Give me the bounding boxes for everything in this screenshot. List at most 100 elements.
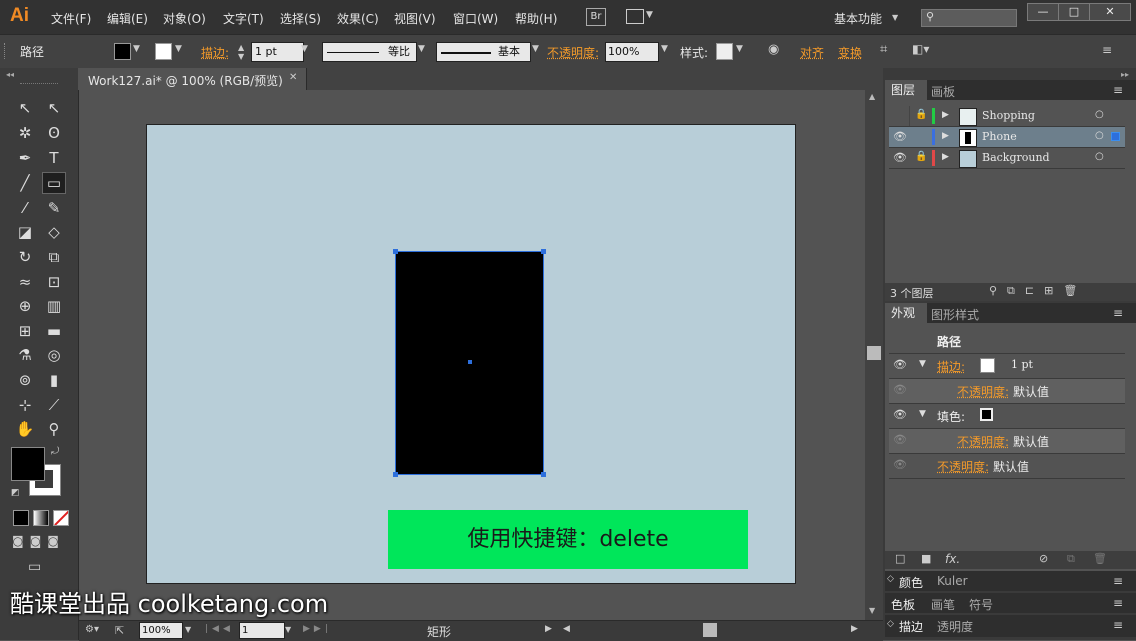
collapse-panels-icon[interactable]: ▸▸ bbox=[1121, 70, 1129, 79]
menu-view[interactable]: 视图(V) bbox=[394, 10, 436, 27]
default-colors-icon[interactable]: ◩ bbox=[11, 488, 20, 498]
selection-handle[interactable] bbox=[541, 472, 546, 477]
free-transform-tool-icon[interactable]: ⊡ bbox=[44, 272, 64, 292]
type-tool-icon[interactable]: T bbox=[44, 148, 64, 168]
chevron-down-icon[interactable]: ▼ bbox=[736, 44, 743, 54]
next-last-artboard-icon[interactable]: ▶▶| bbox=[303, 624, 332, 634]
gradient-tool-icon[interactable]: ▬ bbox=[44, 321, 64, 341]
swap-colors-icon[interactable]: ⤾ bbox=[51, 446, 59, 457]
workspace-switcher[interactable]: 基本功能 bbox=[834, 10, 882, 27]
duplicate-item-icon[interactable]: ⧉ bbox=[1067, 552, 1075, 566]
chevron-down-icon[interactable]: ▼ bbox=[133, 44, 140, 54]
expand-icon[interactable]: ◇ bbox=[887, 619, 894, 629]
direct-selection-tool-icon[interactable]: ↖ bbox=[44, 98, 64, 118]
appearance-object-opacity-row[interactable]: 👁 不透明度: 默认值 bbox=[889, 454, 1125, 479]
eye-icon[interactable]: 👁 bbox=[893, 130, 907, 143]
menu-edit[interactable]: 编辑(E) bbox=[107, 10, 148, 27]
stepper-icon[interactable]: ▲ ▼ bbox=[238, 43, 244, 61]
blob-brush-tool-icon[interactable]: ◪ bbox=[15, 222, 35, 242]
stroke-color-chip[interactable] bbox=[980, 358, 995, 373]
none-mode-icon[interactable] bbox=[53, 510, 69, 526]
chevron-down-icon[interactable]: ▼ bbox=[185, 625, 191, 634]
gpu-icon[interactable]: ⚙▾ bbox=[85, 624, 99, 635]
chevron-down-icon[interactable]: ▼ bbox=[532, 44, 539, 54]
gradient-mode-icon[interactable] bbox=[33, 510, 49, 526]
chevron-down-icon[interactable]: ▼ bbox=[661, 44, 668, 54]
perspective-grid-tool-icon[interactable]: ▥ bbox=[44, 296, 64, 316]
panel-menu-icon[interactable]: ≡ bbox=[1113, 618, 1123, 632]
transform-label[interactable]: 变换 bbox=[838, 44, 862, 61]
scroll-up-icon[interactable]: ▲ bbox=[869, 92, 875, 101]
fill-color-box[interactable] bbox=[11, 447, 45, 481]
expand-icon[interactable]: ◇ bbox=[887, 574, 894, 584]
document-tab[interactable]: Work127.ai* @ 100% (RGB/预览) ✕ bbox=[78, 68, 307, 90]
scroll-right-icon[interactable]: ▶ bbox=[851, 624, 858, 634]
hand-tool-icon[interactable]: ✋ bbox=[15, 419, 35, 439]
layer-name[interactable]: Background bbox=[982, 151, 1050, 164]
layer-name[interactable]: Phone bbox=[982, 130, 1017, 143]
symbol-sprayer-tool-icon[interactable]: ⊚ bbox=[15, 370, 35, 390]
expand-triangle-icon[interactable]: ▶ bbox=[942, 152, 949, 162]
expand-triangle-icon[interactable]: ▼ bbox=[919, 359, 926, 369]
panel-menu-icon[interactable]: ≡ bbox=[1113, 574, 1123, 588]
eye-icon[interactable]: 👁 bbox=[893, 151, 907, 164]
tab-graphic-styles[interactable]: 图形样式 bbox=[931, 306, 979, 323]
magic-wand-tool-icon[interactable]: ✲ bbox=[15, 123, 35, 143]
lasso-tool-icon[interactable]: ʘ bbox=[44, 123, 64, 143]
target-circle-icon[interactable]: ○ bbox=[1095, 151, 1104, 162]
selection-indicator[interactable] bbox=[1111, 132, 1120, 141]
pencil-tool-icon[interactable]: ✎ bbox=[44, 198, 64, 218]
selection-handle[interactable] bbox=[393, 472, 398, 477]
tab-layers[interactable]: 图层 bbox=[885, 80, 927, 100]
share-icon[interactable]: ⇱ bbox=[115, 624, 124, 637]
scroll-thumb[interactable] bbox=[867, 346, 881, 360]
layer-name[interactable]: Shopping bbox=[982, 109, 1035, 122]
menu-object[interactable]: 对象(O) bbox=[163, 10, 206, 27]
eraser-tool-icon[interactable]: ◇ bbox=[44, 222, 64, 242]
horizontal-scroll-thumb[interactable] bbox=[703, 623, 717, 637]
panel-menu-icon[interactable]: ≡ bbox=[1113, 596, 1123, 610]
first-prev-artboard-icon[interactable]: |◀◀ bbox=[205, 624, 234, 634]
collapse-icon[interactable]: ◂◂ bbox=[6, 70, 14, 79]
appearance-stroke-label[interactable]: 描边: bbox=[937, 358, 965, 375]
rotate-tool-icon[interactable]: ↻ bbox=[15, 247, 35, 267]
opacity-label[interactable]: 不透明度: bbox=[547, 44, 599, 61]
menu-type[interactable]: 文字(T) bbox=[223, 10, 264, 27]
tab-brushes[interactable]: 画笔 bbox=[931, 596, 955, 613]
artboard-tool-icon[interactable]: ⊹ bbox=[15, 395, 35, 415]
layer-row-background[interactable]: 👁 🔒 ▶ Background ○ bbox=[889, 148, 1125, 169]
layer-row-shopping[interactable]: 🔒 ▶ Shopping ○ bbox=[889, 106, 1125, 127]
fill-color-chip[interactable] bbox=[980, 408, 993, 421]
chevron-down-icon[interactable]: ▼ bbox=[418, 44, 425, 54]
appearance-stroke-opacity-row[interactable]: 👁 不透明度: 默认值 bbox=[889, 379, 1125, 404]
color-mode-icon[interactable] bbox=[13, 510, 29, 526]
expand-triangle-icon[interactable]: ▶ bbox=[942, 110, 949, 120]
make-envelope-icon[interactable]: ◧▾ bbox=[912, 42, 929, 56]
tab-color[interactable]: 颜色 bbox=[899, 574, 923, 591]
isolate-icon[interactable]: ⌗ bbox=[880, 42, 887, 57]
brush-definition[interactable]: 基本 bbox=[436, 42, 531, 62]
opacity-field[interactable]: 100% bbox=[605, 42, 659, 62]
panel-menu-icon[interactable]: ≡ bbox=[1102, 43, 1112, 57]
tab-symbols[interactable]: 符号 bbox=[969, 596, 993, 613]
eye-icon[interactable]: 👁 bbox=[893, 358, 907, 371]
variable-width-profile[interactable]: 等比 bbox=[322, 42, 417, 62]
add-fill-icon[interactable]: ■ bbox=[921, 552, 931, 565]
expand-triangle-icon[interactable]: ▼ bbox=[919, 409, 926, 419]
menu-effect[interactable]: 效果(C) bbox=[337, 10, 379, 27]
tab-transparency[interactable]: 透明度 bbox=[937, 618, 973, 635]
drawing-modes-icon[interactable]: ◙◙◙ bbox=[12, 534, 65, 548]
tab-appearance[interactable]: 外观 bbox=[885, 303, 927, 323]
menu-help[interactable]: 帮助(H) bbox=[515, 10, 557, 27]
arrange-documents-icon[interactable] bbox=[626, 9, 644, 24]
bridge-button[interactable]: Br bbox=[586, 8, 606, 26]
stroke-label[interactable]: 描边: bbox=[201, 44, 229, 61]
appearance-fill-row[interactable]: 👁 ▼ 填色: bbox=[889, 404, 1125, 429]
expand-triangle-icon[interactable]: ▶ bbox=[942, 131, 949, 141]
width-tool-icon[interactable]: ≈ bbox=[15, 272, 35, 292]
menu-window[interactable]: 窗口(W) bbox=[453, 10, 498, 27]
lock-icon[interactable]: 🔒 bbox=[915, 151, 927, 162]
chevron-down-icon[interactable]: ▼ bbox=[301, 44, 308, 54]
chevron-down-icon[interactable]: ▼ bbox=[175, 44, 182, 54]
eye-icon[interactable]: 👁 bbox=[893, 458, 907, 471]
